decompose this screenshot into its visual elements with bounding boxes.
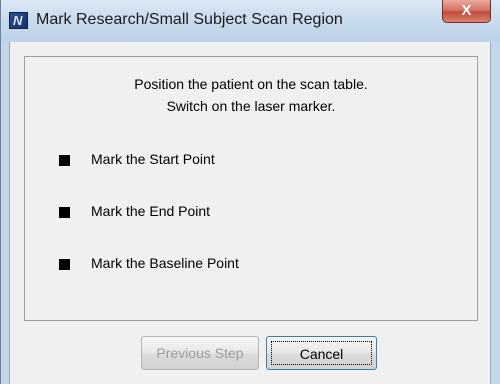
app-icon-letter: N	[13, 13, 23, 28]
close-button[interactable]: X	[442, 0, 491, 23]
cancel-button-label: Cancel	[271, 341, 372, 365]
instructions-panel: Position the patient on the scan table. …	[24, 56, 478, 321]
step-baseline-point: Mark the Baseline Point	[59, 255, 439, 273]
dialog-client-area: Position the patient on the scan table. …	[9, 42, 491, 384]
app-icon: N	[9, 12, 28, 29]
square-bullet-icon	[59, 207, 70, 218]
step-label: Mark the End Point	[91, 203, 211, 219]
window-title: Mark Research/Small Subject Scan Region	[36, 11, 343, 28]
title-bar[interactable]: N Mark Research/Small Subject Scan Regio…	[1, 0, 500, 42]
previous-step-button[interactable]: Previous Step	[141, 336, 259, 370]
square-bullet-icon	[59, 259, 70, 270]
instruction-line-1: Position the patient on the scan table.	[134, 76, 368, 92]
step-start-point: Mark the Start Point	[59, 151, 439, 169]
step-label: Mark the Baseline Point	[91, 255, 239, 271]
dialog-window: N Mark Research/Small Subject Scan Regio…	[0, 0, 500, 384]
square-bullet-icon	[59, 155, 70, 166]
close-icon: X	[461, 2, 472, 19]
cancel-button[interactable]: Cancel	[266, 336, 377, 370]
instruction-line-2: Switch on the laser marker.	[166, 98, 336, 114]
step-label: Mark the Start Point	[91, 151, 215, 167]
step-end-point: Mark the End Point	[59, 203, 439, 221]
